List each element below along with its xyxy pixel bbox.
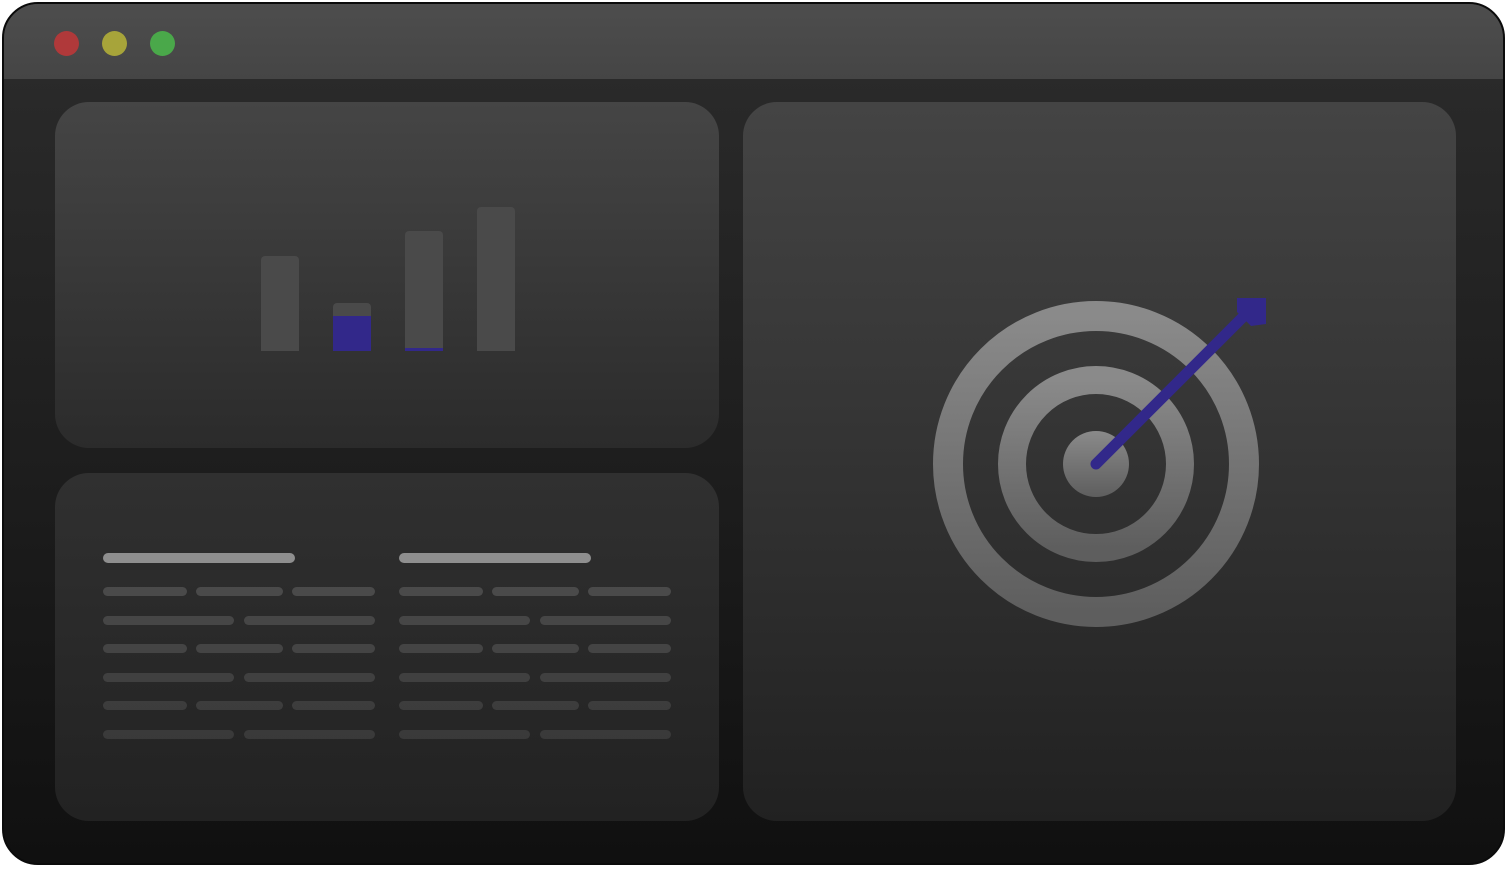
table-cell-placeholder	[540, 672, 671, 682]
app-window	[2, 2, 1505, 865]
table-cell-placeholder	[196, 701, 283, 711]
column-heading-placeholder	[399, 553, 591, 563]
table-cell-placeholder	[588, 644, 671, 654]
table-cell-placeholder	[103, 587, 187, 596]
table-cell-placeholder	[244, 672, 375, 682]
table-cell-placeholder	[103, 672, 234, 682]
table-cell-placeholder	[540, 615, 671, 625]
minimize-icon[interactable]	[102, 31, 127, 56]
bar	[261, 256, 299, 351]
bar	[405, 231, 443, 351]
table-cell-placeholder	[244, 615, 375, 625]
table-cell-placeholder	[292, 644, 375, 654]
bar	[333, 303, 371, 351]
title-bar	[4, 4, 1503, 79]
table-cell-placeholder	[103, 730, 234, 739]
table-cell-placeholder	[292, 587, 375, 596]
table-cell-placeholder	[292, 701, 375, 711]
table-cell-placeholder	[103, 701, 187, 711]
table-cell-placeholder	[244, 730, 375, 739]
table-cell-placeholder	[399, 644, 483, 654]
table-cell-placeholder	[103, 615, 234, 625]
table-cell-placeholder	[588, 701, 671, 711]
table-cell-placeholder	[492, 644, 579, 654]
chart-panel	[55, 102, 719, 448]
bar-highlight	[405, 348, 443, 351]
table-cell-placeholder	[399, 587, 483, 596]
table-cell-placeholder	[399, 672, 530, 682]
target-panel	[743, 102, 1456, 821]
table-cell-placeholder	[399, 701, 483, 711]
table-cell-placeholder	[196, 644, 283, 654]
table-cell-placeholder	[588, 587, 671, 596]
table-cell-placeholder	[492, 587, 579, 596]
close-icon[interactable]	[54, 31, 79, 56]
table-cell-placeholder	[103, 644, 187, 654]
table-cell-placeholder	[399, 730, 530, 739]
text-panel	[55, 473, 719, 821]
maximize-icon[interactable]	[150, 31, 175, 56]
table-cell-placeholder	[540, 730, 671, 739]
table-cell-placeholder	[399, 615, 530, 625]
column-heading-placeholder	[103, 553, 295, 563]
bar	[477, 207, 515, 351]
table-cell-placeholder	[196, 587, 283, 596]
bar-highlight	[333, 316, 371, 351]
table-cell-placeholder	[492, 701, 579, 711]
target-with-arrow-icon	[933, 298, 1266, 627]
